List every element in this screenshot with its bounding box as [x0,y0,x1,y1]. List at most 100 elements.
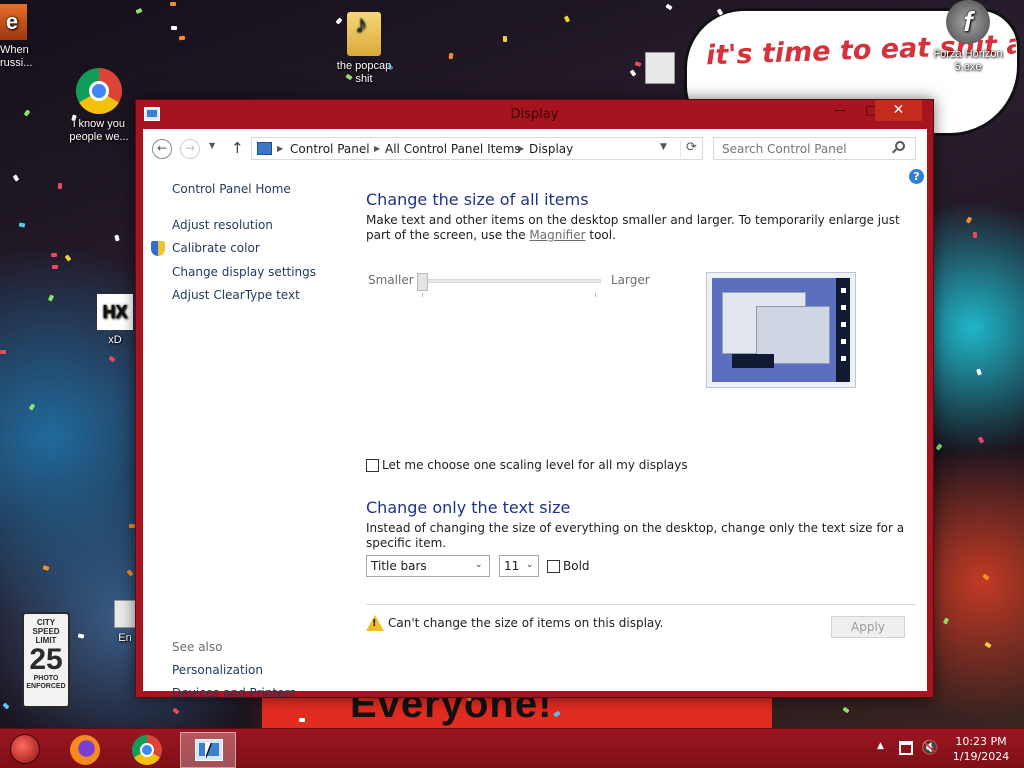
window-title: Display [510,107,559,122]
preview-dot [841,322,846,327]
confetti-piece [126,569,134,577]
confetti-piece [77,633,85,639]
taskbar-chrome[interactable] [119,732,175,768]
preview-dot [841,305,846,310]
network-icon[interactable] [899,741,913,755]
window-content: ← → ▼ ↑ ▶ Control Panel ▶ All Control Pa… [143,129,927,700]
size-heading: Change the size of all items [366,190,589,209]
confetti-piece [448,52,454,60]
confetti-piece [935,443,943,451]
control-panel-icon [257,142,272,155]
shield-icon [151,241,165,256]
size-description-end: tool. [585,228,616,242]
chevron-down-icon: ⌄ [526,560,534,570]
back-button[interactable]: ← [152,139,172,159]
address-bar[interactable]: ▶ Control Panel ▶ All Control Panel Item… [251,137,703,160]
recent-locations-dropdown[interactable]: ▼ [209,141,215,150]
breadcrumb-display[interactable]: Display [529,142,573,156]
calibrate-color-link[interactable]: Calibrate color [172,241,260,255]
desktop-icon-forza[interactable]: f Forza Horizon 5.exe [928,0,1008,74]
scaling-checkbox[interactable] [366,459,379,472]
confetti-piece [965,216,973,224]
confetti-piece [169,1,177,7]
up-button[interactable]: ↑ [231,139,244,157]
confetti-piece [842,706,850,714]
image-icon [645,52,675,84]
item-select[interactable]: Title bars ⌄ [366,555,490,577]
volume-muted-icon[interactable]: 🔇 [921,740,938,756]
magnifier-link[interactable]: Magnifier [529,228,585,242]
sign-number: 25 [29,643,63,676]
bold-label[interactable]: Bold [563,559,590,573]
scaling-checkbox-label[interactable]: Let me choose one scaling level for all … [382,458,688,472]
search-icon[interactable] [895,141,905,151]
display-window: Display — □ ✕ ← → ▼ ↑ ▶ Control Panel ▶ … [135,99,934,700]
close-button[interactable]: ✕ [875,100,922,121]
breadcrumb-control-panel[interactable]: Control Panel [290,142,370,156]
control-panel-home-link[interactable]: Control Panel Home [172,182,291,196]
confetti-piece [12,174,20,182]
taskbar-firefox[interactable] [57,732,113,768]
start-button[interactable] [10,734,40,764]
flash-icon: f [946,0,990,44]
preview-taskbar [732,354,774,368]
desktop-icon-chrome[interactable]: i know you people we... [63,68,135,144]
breadcrumb-all-items[interactable]: All Control Panel Items [385,142,521,156]
search-input[interactable] [713,137,916,160]
adjust-cleartype-link[interactable]: Adjust ClearType text [172,288,300,302]
firefox-icon [70,735,100,765]
chrome-icon [76,68,122,114]
minimize-button[interactable]: — [826,100,854,121]
text-size-heading: Change only the text size [366,498,571,517]
confetti-piece [108,355,116,363]
folder-icon [347,12,381,56]
file-icon [114,600,136,628]
adjust-resolution-link[interactable]: Adjust resolution [172,218,273,232]
confetti-piece [47,294,55,302]
chrome-icon [132,735,162,765]
show-hidden-icons-button[interactable]: ▲ [877,741,884,751]
font-size-select[interactable]: 11 ⌄ [499,555,539,577]
preview-screen [712,278,850,382]
preview-dot [841,339,846,344]
confetti-piece [982,573,990,581]
change-display-settings-link[interactable]: Change display settings [172,265,316,279]
clock[interactable]: 10:23 PM 1/19/2024 [944,734,1018,764]
confetti-piece [64,254,72,262]
breadcrumb-separator[interactable]: ▶ [518,142,524,156]
slider-min-label: Smaller [368,273,414,287]
bold-checkbox[interactable] [547,560,560,573]
refresh-icon[interactable]: ⟳ [680,140,702,158]
personalization-link[interactable]: Personalization [172,663,263,677]
desktop-icon-label: Forza Horizon 5.exe [933,48,1003,73]
confetti-piece [135,7,143,15]
breadcrumb-separator[interactable]: ▶ [374,142,380,156]
size-slider-thumb[interactable] [417,273,428,291]
slider-tick [595,293,596,297]
confetti-piece [50,252,58,258]
confetti-piece [629,69,637,77]
sign-top-text: CITY SPEED LIMIT [32,618,60,645]
devices-and-printers-link[interactable]: Devices and Printers [172,686,296,700]
desktop-icon-popcap-folder[interactable]: the popcap shit [328,12,400,86]
font-size-value: 11 [504,559,520,573]
forward-button[interactable]: → [180,139,200,159]
confetti-piece [665,3,673,11]
chevron-down-icon: ⌄ [475,560,483,570]
desktop-icon-label: i know you people we... [69,118,129,143]
clock-time: 10:23 PM [955,735,1007,748]
confetti-piece [2,702,10,710]
breadcrumb-separator[interactable]: ▶ [277,142,283,156]
address-dropdown-icon[interactable]: ▼ [660,142,667,152]
title-bar[interactable]: Display — □ ✕ [136,100,933,128]
slider-tick [422,293,423,297]
size-slider-track[interactable] [422,279,601,283]
hx-icon: HX [97,294,133,330]
confetti-piece [298,717,306,723]
confetti-piece [976,368,982,376]
confetti-piece [0,350,6,354]
apply-button[interactable]: Apply [831,616,905,638]
desktop-icon-when-russi[interactable]: e When russi... [0,4,40,70]
desktop-icon-partial[interactable] [640,52,680,88]
help-icon[interactable]: ? [909,169,924,184]
